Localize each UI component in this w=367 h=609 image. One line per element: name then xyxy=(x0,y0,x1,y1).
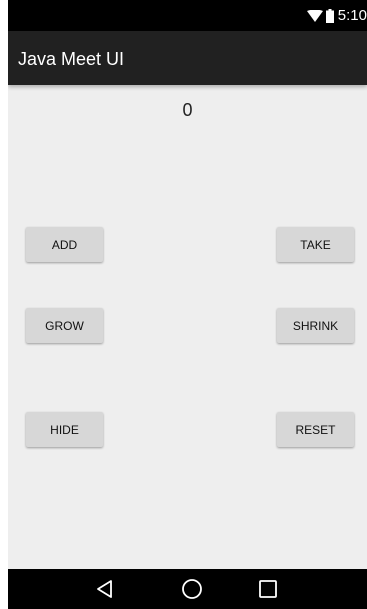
device-screen: 5:10 Java Meet UI 0 ADD TAKE GROW SHRINK… xyxy=(8,0,367,609)
recent-apps-icon[interactable] xyxy=(256,577,280,601)
back-icon[interactable] xyxy=(93,577,117,601)
counter-value: 0 xyxy=(182,100,193,120)
status-time: 5:10 xyxy=(337,7,367,24)
shrink-button[interactable]: SHRINK xyxy=(277,308,354,343)
status-bar: 5:10 xyxy=(8,0,367,31)
take-button[interactable]: TAKE xyxy=(277,227,354,262)
add-button[interactable]: ADD xyxy=(26,227,103,262)
navigation-bar xyxy=(8,569,367,609)
grow-button[interactable]: GROW xyxy=(26,308,103,343)
wifi-icon xyxy=(306,9,323,22)
reset-button[interactable]: RESET xyxy=(277,412,354,447)
app-bar: Java Meet UI xyxy=(8,31,367,85)
home-icon[interactable] xyxy=(180,577,204,601)
hide-button[interactable]: HIDE xyxy=(26,412,103,447)
status-icons: 5:10 xyxy=(306,0,367,31)
battery-icon xyxy=(325,8,334,23)
app-title: Java Meet UI xyxy=(18,49,125,69)
